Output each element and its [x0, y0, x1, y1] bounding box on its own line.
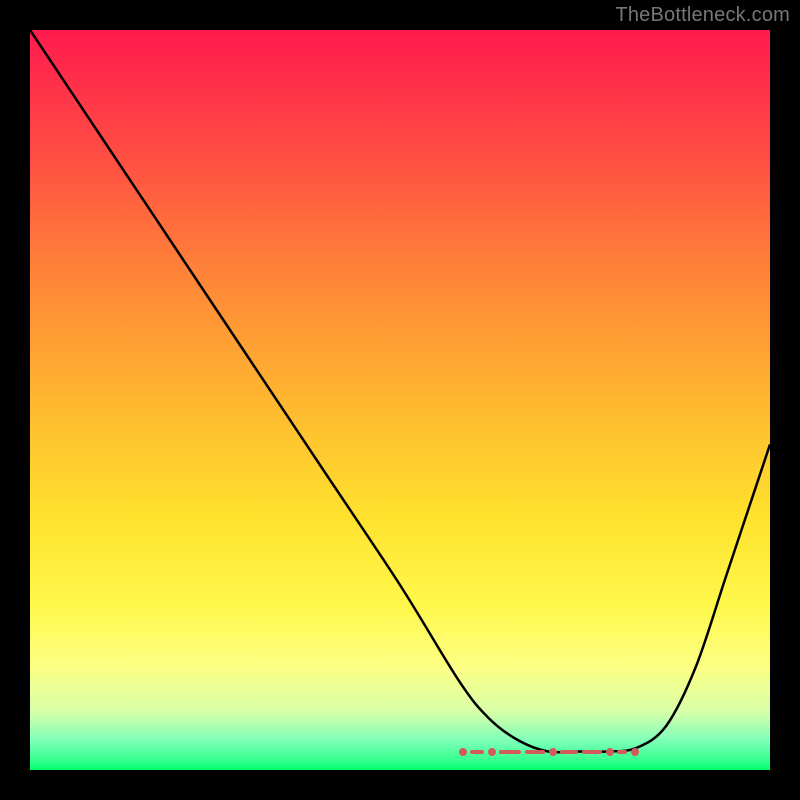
marker-dot [606, 748, 614, 756]
marker-dash [560, 750, 578, 754]
marker-dot [488, 748, 496, 756]
marker-dot [631, 748, 639, 756]
marker-dot [549, 748, 557, 756]
marker-dash [525, 750, 545, 754]
plot-area [30, 30, 770, 770]
marker-dash [499, 750, 521, 754]
marker-dash [617, 750, 627, 754]
marker-dash [470, 750, 484, 754]
watermark-text: TheBottleneck.com [615, 4, 790, 27]
optimal-region-markers [459, 745, 644, 759]
marker-dash [582, 750, 602, 754]
bottleneck-curve [30, 30, 770, 770]
curve-path [30, 30, 770, 752]
marker-dot [459, 748, 467, 756]
chart-figure: TheBottleneck.com [0, 0, 800, 800]
